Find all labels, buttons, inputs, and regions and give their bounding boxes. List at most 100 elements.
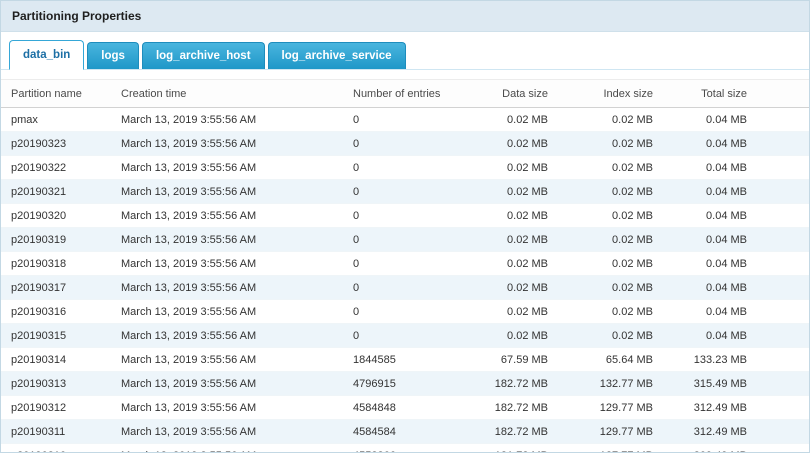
cell-creation-time: March 13, 2019 3:55:56 AM (121, 300, 353, 324)
cell-partition-name: p20190321 (1, 180, 121, 204)
partitioning-properties-panel: Partitioning Properties data_bin logs lo… (0, 0, 810, 453)
cell-data-size: 0.02 MB (483, 276, 553, 300)
cell-data-size: 0.02 MB (483, 156, 553, 180)
cell-data-size: 67.59 MB (483, 348, 553, 372)
cell-entries: 4584584 (353, 420, 483, 444)
cell-index-size: 0.02 MB (553, 324, 658, 348)
cell-entries: 0 (353, 132, 483, 156)
cell-data-size: 0.02 MB (483, 108, 553, 132)
table-header-row: Partition name Creation time Number of e… (1, 80, 809, 108)
table-row[interactable]: p20190316March 13, 2019 3:55:56 AM00.02 … (1, 300, 809, 324)
cell-index-size: 65.64 MB (553, 348, 658, 372)
col-header-creation-time: Creation time (121, 80, 353, 108)
cell-entries: 0 (353, 324, 483, 348)
cell-partition-name: pmax (1, 108, 121, 132)
tab-label: log_archive_host (156, 50, 251, 62)
partitions-table: Partition name Creation time Number of e… (1, 79, 809, 453)
cell-spacer (752, 420, 809, 444)
cell-index-size: 0.02 MB (553, 228, 658, 252)
cell-data-size: 0.02 MB (483, 300, 553, 324)
cell-creation-time: March 13, 2019 3:55:56 AM (121, 252, 353, 276)
cell-entries: 0 (353, 300, 483, 324)
table-row[interactable]: p20190319March 13, 2019 3:55:56 AM00.02 … (1, 228, 809, 252)
cell-entries: 4584848 (353, 396, 483, 420)
cell-total-size: 0.04 MB (658, 252, 752, 276)
page-title: Partitioning Properties (12, 9, 141, 23)
table-row[interactable]: p20190321March 13, 2019 3:55:56 AM00.02 … (1, 180, 809, 204)
table-row[interactable]: p20190310March 13, 2019 3:55:56 AM455286… (1, 444, 809, 453)
cell-total-size: 312.49 MB (658, 396, 752, 420)
table-row[interactable]: p20190312March 13, 2019 3:55:56 AM458484… (1, 396, 809, 420)
cell-index-size: 0.02 MB (553, 108, 658, 132)
cell-spacer (752, 348, 809, 372)
cell-creation-time: March 13, 2019 3:55:56 AM (121, 180, 353, 204)
col-header-spacer (752, 80, 809, 108)
cell-total-size: 315.49 MB (658, 372, 752, 396)
cell-spacer (752, 156, 809, 180)
cell-spacer (752, 444, 809, 453)
table-row[interactable]: p20190323March 13, 2019 3:55:56 AM00.02 … (1, 132, 809, 156)
cell-spacer (752, 180, 809, 204)
cell-data-size: 0.02 MB (483, 228, 553, 252)
cell-index-size: 0.02 MB (553, 156, 658, 180)
table-row[interactable]: pmaxMarch 13, 2019 3:55:56 AM00.02 MB0.0… (1, 108, 809, 132)
cell-creation-time: March 13, 2019 3:55:56 AM (121, 276, 353, 300)
cell-entries: 4796915 (353, 372, 483, 396)
cell-total-size: 0.04 MB (658, 300, 752, 324)
cell-total-size: 0.04 MB (658, 108, 752, 132)
cell-data-size: 181.72 MB (483, 444, 553, 453)
table-row[interactable]: p20190313March 13, 2019 3:55:56 AM479691… (1, 372, 809, 396)
cell-partition-name: p20190315 (1, 324, 121, 348)
cell-partition-name: p20190310 (1, 444, 121, 453)
cell-spacer (752, 324, 809, 348)
cell-total-size: 0.04 MB (658, 156, 752, 180)
table-row[interactable]: p20190318March 13, 2019 3:55:56 AM00.02 … (1, 252, 809, 276)
cell-entries: 0 (353, 204, 483, 228)
cell-entries: 0 (353, 276, 483, 300)
cell-creation-time: March 13, 2019 3:55:56 AM (121, 396, 353, 420)
cell-spacer (752, 396, 809, 420)
table-row[interactable]: p20190322March 13, 2019 3:55:56 AM00.02 … (1, 156, 809, 180)
table-row[interactable]: p20190314March 13, 2019 3:55:56 AM184458… (1, 348, 809, 372)
cell-partition-name: p20190311 (1, 420, 121, 444)
cell-data-size: 182.72 MB (483, 372, 553, 396)
tab-log-archive-service[interactable]: log_archive_service (268, 42, 406, 69)
cell-data-size: 0.02 MB (483, 252, 553, 276)
table-body: pmaxMarch 13, 2019 3:55:56 AM00.02 MB0.0… (1, 108, 809, 453)
tab-data-bin[interactable]: data_bin (9, 40, 84, 70)
cell-total-size: 0.04 MB (658, 180, 752, 204)
cell-creation-time: March 13, 2019 3:55:56 AM (121, 108, 353, 132)
tab-log-archive-host[interactable]: log_archive_host (142, 42, 265, 69)
cell-partition-name: p20190313 (1, 372, 121, 396)
cell-index-size: 127.77 MB (553, 444, 658, 453)
tab-label: data_bin (23, 49, 70, 61)
cell-entries: 0 (353, 108, 483, 132)
cell-spacer (752, 204, 809, 228)
table-row[interactable]: p20190317March 13, 2019 3:55:56 AM00.02 … (1, 276, 809, 300)
cell-index-size: 132.77 MB (553, 372, 658, 396)
cell-spacer (752, 228, 809, 252)
cell-partition-name: p20190318 (1, 252, 121, 276)
cell-total-size: 0.04 MB (658, 276, 752, 300)
cell-spacer (752, 300, 809, 324)
table-row[interactable]: p20190315March 13, 2019 3:55:56 AM00.02 … (1, 324, 809, 348)
cell-partition-name: p20190320 (1, 204, 121, 228)
cell-index-size: 0.02 MB (553, 252, 658, 276)
cell-partition-name: p20190312 (1, 396, 121, 420)
cell-data-size: 182.72 MB (483, 396, 553, 420)
cell-creation-time: March 13, 2019 3:55:56 AM (121, 444, 353, 453)
cell-index-size: 129.77 MB (553, 420, 658, 444)
tab-logs[interactable]: logs (87, 42, 139, 69)
cell-entries: 0 (353, 180, 483, 204)
cell-creation-time: March 13, 2019 3:55:56 AM (121, 372, 353, 396)
cell-data-size: 0.02 MB (483, 324, 553, 348)
cell-creation-time: March 13, 2019 3:55:56 AM (121, 156, 353, 180)
table-row[interactable]: p20190311March 13, 2019 3:55:56 AM458458… (1, 420, 809, 444)
cell-creation-time: March 13, 2019 3:55:56 AM (121, 324, 353, 348)
cell-creation-time: March 13, 2019 3:55:56 AM (121, 420, 353, 444)
cell-partition-name: p20190322 (1, 156, 121, 180)
table-row[interactable]: p20190320March 13, 2019 3:55:56 AM00.02 … (1, 204, 809, 228)
cell-data-size: 0.02 MB (483, 204, 553, 228)
cell-partition-name: p20190316 (1, 300, 121, 324)
cell-data-size: 0.02 MB (483, 180, 553, 204)
